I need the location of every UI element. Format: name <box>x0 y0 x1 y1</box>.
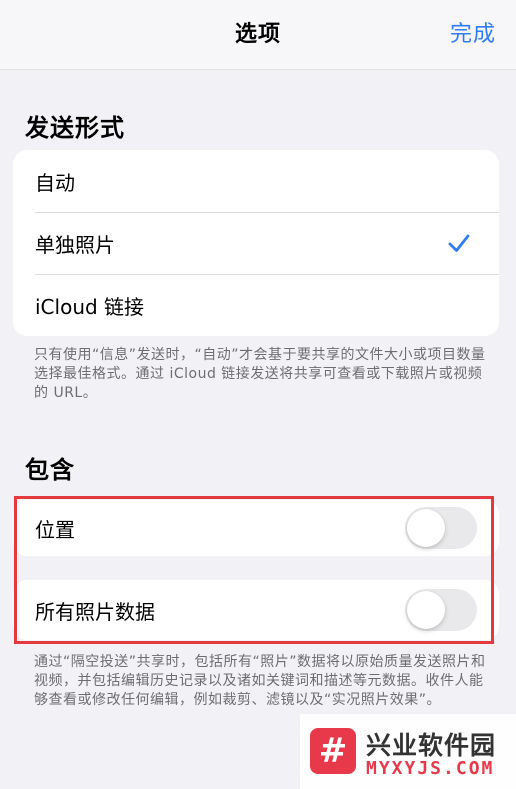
watermark-name: 兴业软件园 <box>366 731 497 760</box>
option-label: iCloud 链接 <box>35 294 145 319</box>
include-footer: 通过“隔空投送”共享时，包括所有“照片”数据将以原始质量发送照片和视频，并包括编… <box>34 654 486 708</box>
option-icloud-link[interactable]: iCloud 链接 <box>13 274 499 336</box>
page-title: 选项 <box>234 22 281 47</box>
watermark-url: MYXYJS.COM <box>366 758 495 779</box>
include-header: 包含 <box>25 456 75 484</box>
navigation-bar: 选项 完成 <box>0 0 516 70</box>
option-label: 单独照片 <box>35 232 115 257</box>
send-format-footer: 只有使用“信息”发送时，“自动”才会基于要共享的文件大小或项目数量选择最佳格式。… <box>34 347 486 401</box>
highlight-annotation <box>14 496 494 644</box>
checkmark-icon <box>448 234 470 252</box>
option-auto[interactable]: 自动 <box>13 150 499 212</box>
done-button[interactable]: 完成 <box>450 16 496 48</box>
option-label: 自动 <box>35 170 75 195</box>
watermark-logo-icon: # <box>310 728 356 774</box>
option-individual-photos[interactable]: 单独照片 <box>13 212 499 274</box>
site-watermark: # 兴业软件园 MYXYJS.COM <box>300 714 516 789</box>
send-format-card: 自动 单独照片 iCloud 链接 <box>13 150 499 336</box>
send-format-header: 发送形式 <box>25 114 125 142</box>
